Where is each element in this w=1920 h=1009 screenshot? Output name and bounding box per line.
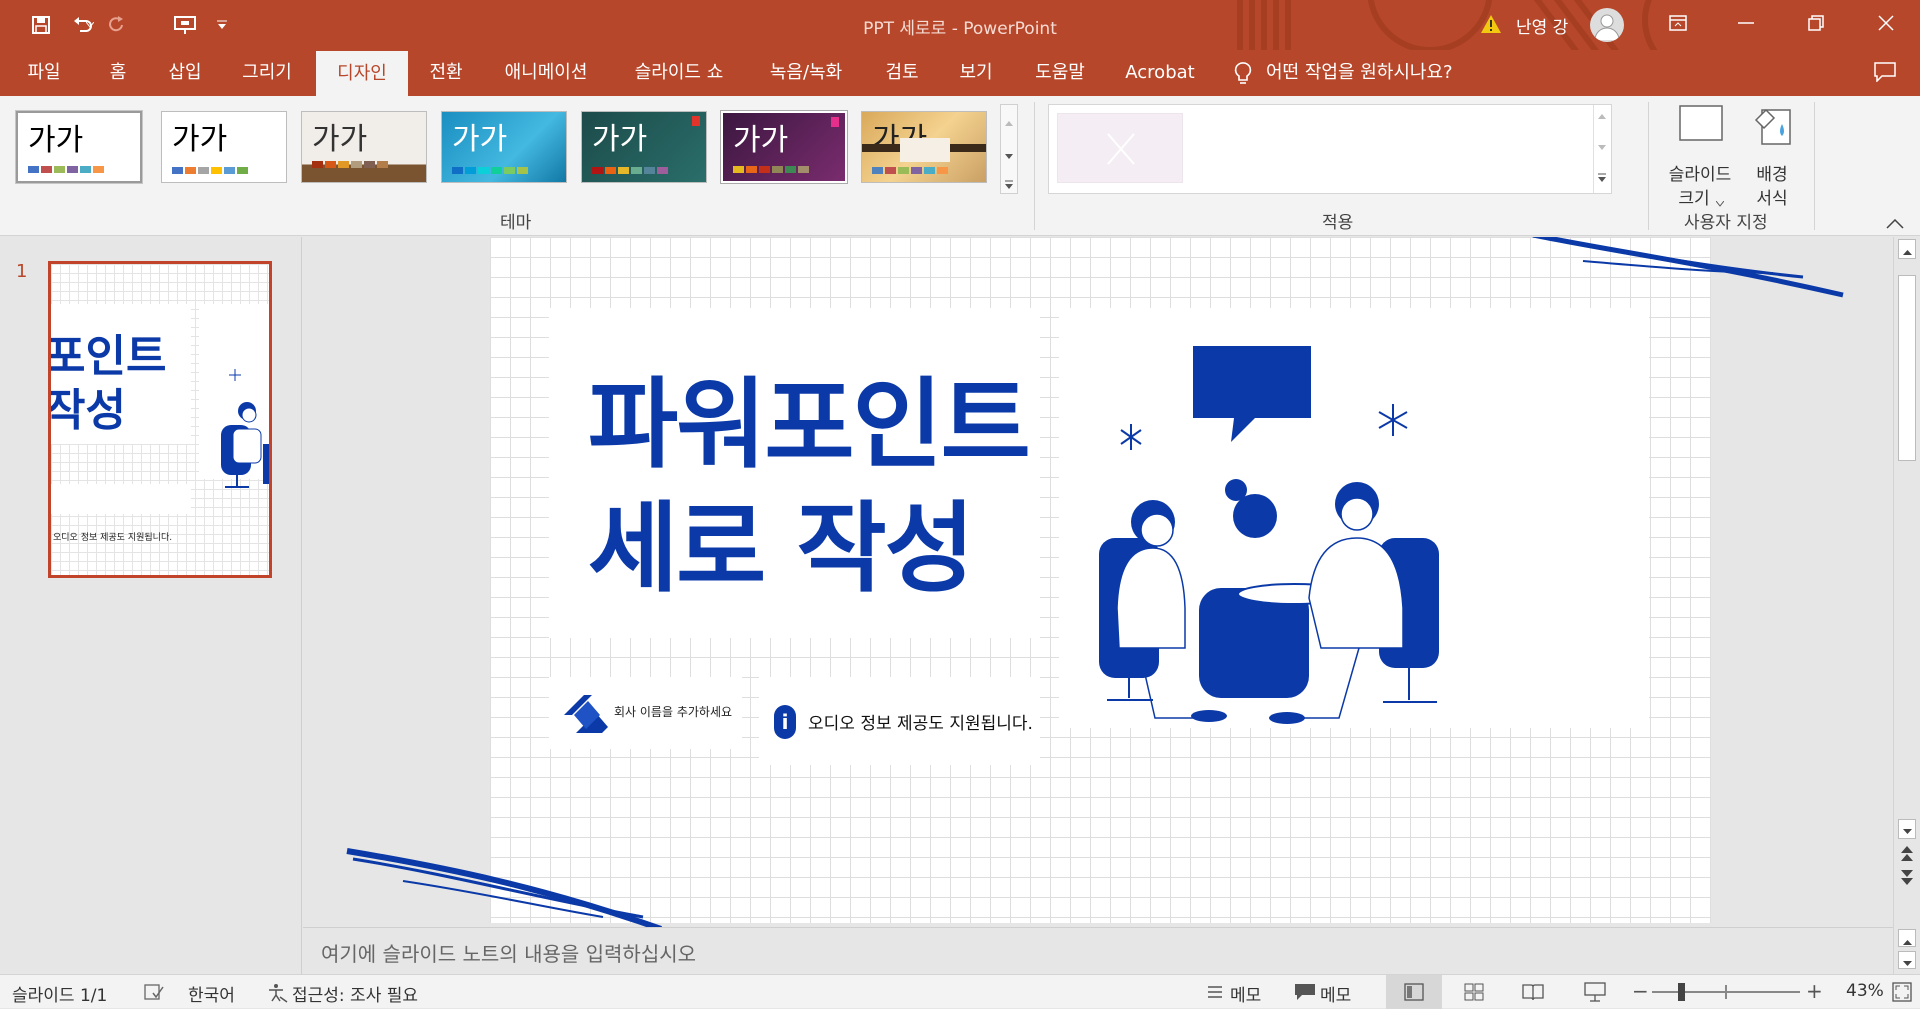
variant-placeholder[interactable]: [1057, 113, 1183, 183]
next-slide-icon[interactable]: [1900, 869, 1914, 891]
notes-scroll-down[interactable]: [1898, 951, 1916, 969]
format-background-button[interactable]: 배경 서식: [1744, 102, 1800, 209]
comments-button[interactable]: 메모: [1320, 981, 1351, 1006]
company-name-placeholder[interactable]: 회사 이름을 추가하세요: [614, 703, 732, 720]
theme-wisp[interactable]: 가가: [861, 111, 987, 183]
slide-counter: 슬라이드 1/1: [12, 986, 108, 1006]
format-background-icon: [1752, 104, 1794, 152]
zoom-out-icon[interactable]: −: [1632, 979, 1649, 1003]
theme-office[interactable]: 가가: [15, 110, 143, 184]
info-icon: i: [774, 705, 796, 739]
variant-scroll[interactable]: [1593, 105, 1611, 193]
accessibility-status[interactable]: 접근성: 조사 필요: [292, 981, 418, 1006]
thumb-footer: 오디오 정보 제공도 지원됩니다.: [53, 533, 173, 543]
fit-to-window-icon[interactable]: [1892, 982, 1912, 1007]
group-label-themes: 테마: [500, 213, 532, 233]
tab-review[interactable]: 검토: [878, 50, 926, 96]
spelling-check-icon[interactable]: [144, 983, 164, 1006]
company-logo-icon: [564, 695, 608, 733]
warning-icon[interactable]: [1480, 14, 1502, 38]
theme-gallery-scroll[interactable]: [1000, 104, 1018, 194]
zoom-slider-handle[interactable]: [1678, 983, 1685, 1001]
tab-transitions[interactable]: 전환: [418, 50, 474, 96]
meeting-illustration: [1099, 346, 1439, 724]
zoom-slider-center-mark: [1725, 985, 1727, 999]
window-title: PPT 세로로 - PowerPoint: [863, 19, 1057, 39]
previous-slide-icon[interactable]: [1900, 845, 1914, 867]
thumb-title: 포인트 작성: [48, 331, 167, 436]
tab-insert[interactable]: 삽입: [156, 50, 214, 96]
theme-ion[interactable]: 가가: [441, 111, 567, 183]
notes-icon[interactable]: [1206, 984, 1224, 1005]
theme-ion-boardroom[interactable]: 가가: [581, 111, 707, 183]
theme-berlin[interactable]: 가가: [720, 110, 848, 184]
comments-icon[interactable]: [1874, 62, 1896, 86]
scroll-up-button[interactable]: [1898, 239, 1916, 259]
collapse-ribbon-icon[interactable]: [1886, 214, 1904, 233]
slide-canvas[interactable]: 파워포인트 세로 작성 회사 이름을 추가하세요 i 오디오 정보 제공도 지원…: [490, 237, 1711, 923]
tab-home[interactable]: 홈: [96, 50, 140, 96]
avatar[interactable]: [1590, 8, 1624, 42]
normal-view-button[interactable]: [1386, 975, 1442, 1009]
ribbon-display-options-icon[interactable]: [1658, 6, 1698, 40]
accessibility-icon[interactable]: [266, 983, 288, 1008]
gallery-more-icon[interactable]: [1005, 175, 1013, 194]
language-indicator[interactable]: 한국어: [188, 981, 235, 1006]
tab-view[interactable]: 보기: [952, 50, 1000, 96]
notes-placeholder[interactable]: 여기에 슬라이드 노트의 내용을 입력하십시오: [321, 938, 696, 967]
scroll-thumb[interactable]: [1898, 275, 1916, 461]
user-name[interactable]: 난영 강: [1516, 13, 1568, 38]
slide-thumbnails-pane: 1 포인트 작성 오디오 정보 제공도 지원됩니다.: [0, 237, 302, 974]
notes-scroll-up[interactable]: [1898, 929, 1916, 947]
slide-size-button[interactable]: 슬라이드 크기: [1660, 102, 1740, 209]
slide-number: 1: [16, 261, 28, 282]
lightbulb-icon: [1234, 62, 1252, 90]
notes-button[interactable]: 메모: [1230, 981, 1261, 1006]
info-text[interactable]: 오디오 정보 제공도 지원됩니다.: [808, 709, 1033, 734]
status-bar: 슬라이드 1/1 한국어 접근성: 조사 필요 메모 메모 − + 43%: [0, 974, 1920, 1009]
vertical-scrollbar[interactable]: [1893, 237, 1920, 974]
tab-acrobat[interactable]: Acrobat: [1118, 50, 1202, 96]
normal-view-icon: [1404, 983, 1424, 1001]
tab-design[interactable]: 디자인: [316, 51, 408, 96]
scroll-down-button[interactable]: [1898, 819, 1916, 839]
slide-title[interactable]: 파워포인트 세로 작성: [588, 363, 1031, 611]
restore-icon[interactable]: [1796, 6, 1836, 40]
tab-animations[interactable]: 애니메이션: [496, 50, 596, 96]
group-label-customize: 사용자 지정: [1684, 213, 1768, 233]
zoom-level[interactable]: 43%: [1846, 981, 1884, 1001]
slide-editor: 파워포인트 세로 작성 회사 이름을 추가하세요 i 오디오 정보 제공도 지원…: [303, 237, 1893, 927]
tab-file[interactable]: 파일: [14, 50, 74, 96]
scroll-down-icon[interactable]: [1005, 145, 1013, 164]
comments-status-icon[interactable]: [1294, 983, 1316, 1006]
decorative-scribble-bottom: [346, 848, 663, 927]
thumb-person-illustration: [221, 369, 269, 488]
title-bar: PPT 세로로 - PowerPoint 난영 강: [0, 0, 1920, 50]
tab-help[interactable]: 도움말: [1028, 50, 1092, 96]
tab-draw[interactable]: 그리기: [232, 50, 302, 96]
tab-record[interactable]: 녹음/녹화: [760, 50, 852, 96]
theme-office-2[interactable]: 가가: [161, 111, 287, 183]
decorative-scribble-top: [1532, 237, 1844, 298]
ribbon-design: 가가 가가 가가 가가 가가 가가 가가 테마: [0, 96, 1920, 236]
slide-size-icon: [1678, 104, 1724, 148]
close-icon[interactable]: [1866, 6, 1906, 40]
slide-sorter-icon[interactable]: [1464, 983, 1484, 1006]
minimize-icon[interactable]: [1726, 6, 1766, 40]
slideshow-icon[interactable]: [1584, 982, 1606, 1007]
group-label-apply: 적용: [1322, 213, 1354, 233]
ribbon-tabs: 파일 홈 삽입 그리기 디자인 전환 애니메이션 슬라이드 쇼 녹음/녹화 검토…: [0, 50, 1920, 96]
zoom-in-icon[interactable]: +: [1806, 979, 1823, 1003]
scroll-up-icon[interactable]: [1005, 111, 1013, 130]
notes-pane[interactable]: 여기에 슬라이드 노트의 내용을 입력하십시오: [303, 927, 1893, 974]
theme-wood[interactable]: 가가: [301, 111, 427, 183]
reading-view-icon[interactable]: [1522, 983, 1544, 1006]
variants-gallery[interactable]: [1048, 104, 1612, 194]
tell-me-search[interactable]: 어떤 작업을 원하시나요?: [1266, 50, 1486, 96]
tab-slideshow[interactable]: 슬라이드 쇼: [624, 50, 734, 96]
slide-thumbnail-1[interactable]: 포인트 작성 오디오 정보 제공도 지원됩니다.: [48, 261, 272, 578]
